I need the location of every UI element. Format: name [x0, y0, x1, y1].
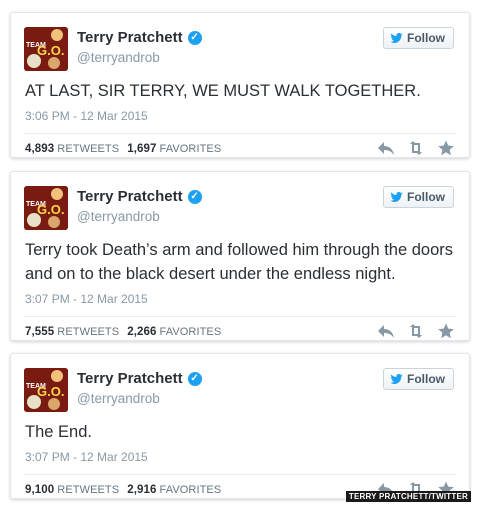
favorite-icon[interactable] [437, 323, 455, 339]
display-name[interactable]: Terry Pratchett ✓ [77, 29, 202, 46]
user-handle[interactable]: @terryandrob [77, 391, 160, 406]
tweet-text: AT LAST, SIR TERRY, WE MUST WALK TOGETHE… [25, 82, 421, 100]
tweet-timestamp[interactable]: 3:06 PM - 12 Mar 2015 [11, 109, 469, 123]
tweet-timestamp[interactable]: 3:07 PM - 12 Mar 2015 [11, 292, 469, 306]
favorite-count[interactable]: 2,266 FAVORITES [127, 326, 221, 338]
verified-badge-icon: ✓ [187, 30, 202, 45]
verified-badge-icon: ✓ [187, 371, 202, 386]
favorite-count[interactable]: 1,697 FAVORITES [127, 143, 221, 155]
retweet-count[interactable]: 7,555 RETWEETS [25, 326, 119, 338]
display-name-text: Terry Pratchett [77, 29, 183, 46]
display-name-text: Terry Pratchett [77, 370, 183, 387]
user-handle[interactable]: @terryandrob [77, 50, 160, 65]
image-credit: TERRY PRATCHETT/TWITTER [345, 491, 471, 502]
favorite-count[interactable]: 2,916 FAVORITES [127, 484, 221, 496]
twitter-bird-icon [390, 374, 403, 384]
verified-badge-icon: ✓ [187, 189, 202, 204]
tweet-text: Terry took Death’s arm and followed him … [25, 241, 454, 283]
tweet-text: The End. [25, 423, 92, 441]
retweet-icon[interactable] [407, 140, 425, 156]
follow-label: Follow [407, 372, 445, 386]
follow-label: Follow [407, 190, 445, 204]
tweet-card: TEAM G.O. Terry Pratchett ✓ @terryandrob… [10, 353, 470, 499]
user-handle[interactable]: @terryandrob [77, 209, 160, 224]
avatar[interactable]: TEAM G.O. [24, 186, 68, 230]
follow-label: Follow [407, 31, 445, 45]
follow-button[interactable]: Follow [383, 27, 454, 49]
reply-icon[interactable] [377, 323, 395, 339]
follow-button[interactable]: Follow [383, 368, 454, 390]
twitter-bird-icon [390, 33, 403, 43]
display-name[interactable]: Terry Pratchett ✓ [77, 188, 202, 205]
tweet-card: TEAM G.O. Terry Pratchett ✓ @terryandrob… [10, 12, 470, 158]
avatar-go-text: G.O. [37, 384, 64, 399]
display-name-text: Terry Pratchett [77, 188, 183, 205]
tweet-card: TEAM G.O. Terry Pratchett ✓ @terryandrob… [10, 171, 470, 341]
avatar[interactable]: TEAM G.O. [24, 27, 68, 71]
display-name[interactable]: Terry Pratchett ✓ [77, 370, 202, 387]
retweet-count[interactable]: 9,100 RETWEETS [25, 484, 119, 496]
follow-button[interactable]: Follow [383, 186, 454, 208]
favorite-icon[interactable] [437, 140, 455, 156]
retweet-count[interactable]: 4,893 RETWEETS [25, 143, 119, 155]
twitter-bird-icon [390, 192, 403, 202]
tweet-timestamp[interactable]: 3:07 PM - 12 Mar 2015 [11, 450, 469, 464]
reply-icon[interactable] [377, 140, 395, 156]
avatar-go-text: G.O. [37, 43, 64, 58]
avatar-go-text: G.O. [37, 202, 64, 217]
retweet-icon[interactable] [407, 323, 425, 339]
avatar[interactable]: TEAM G.O. [24, 368, 68, 412]
